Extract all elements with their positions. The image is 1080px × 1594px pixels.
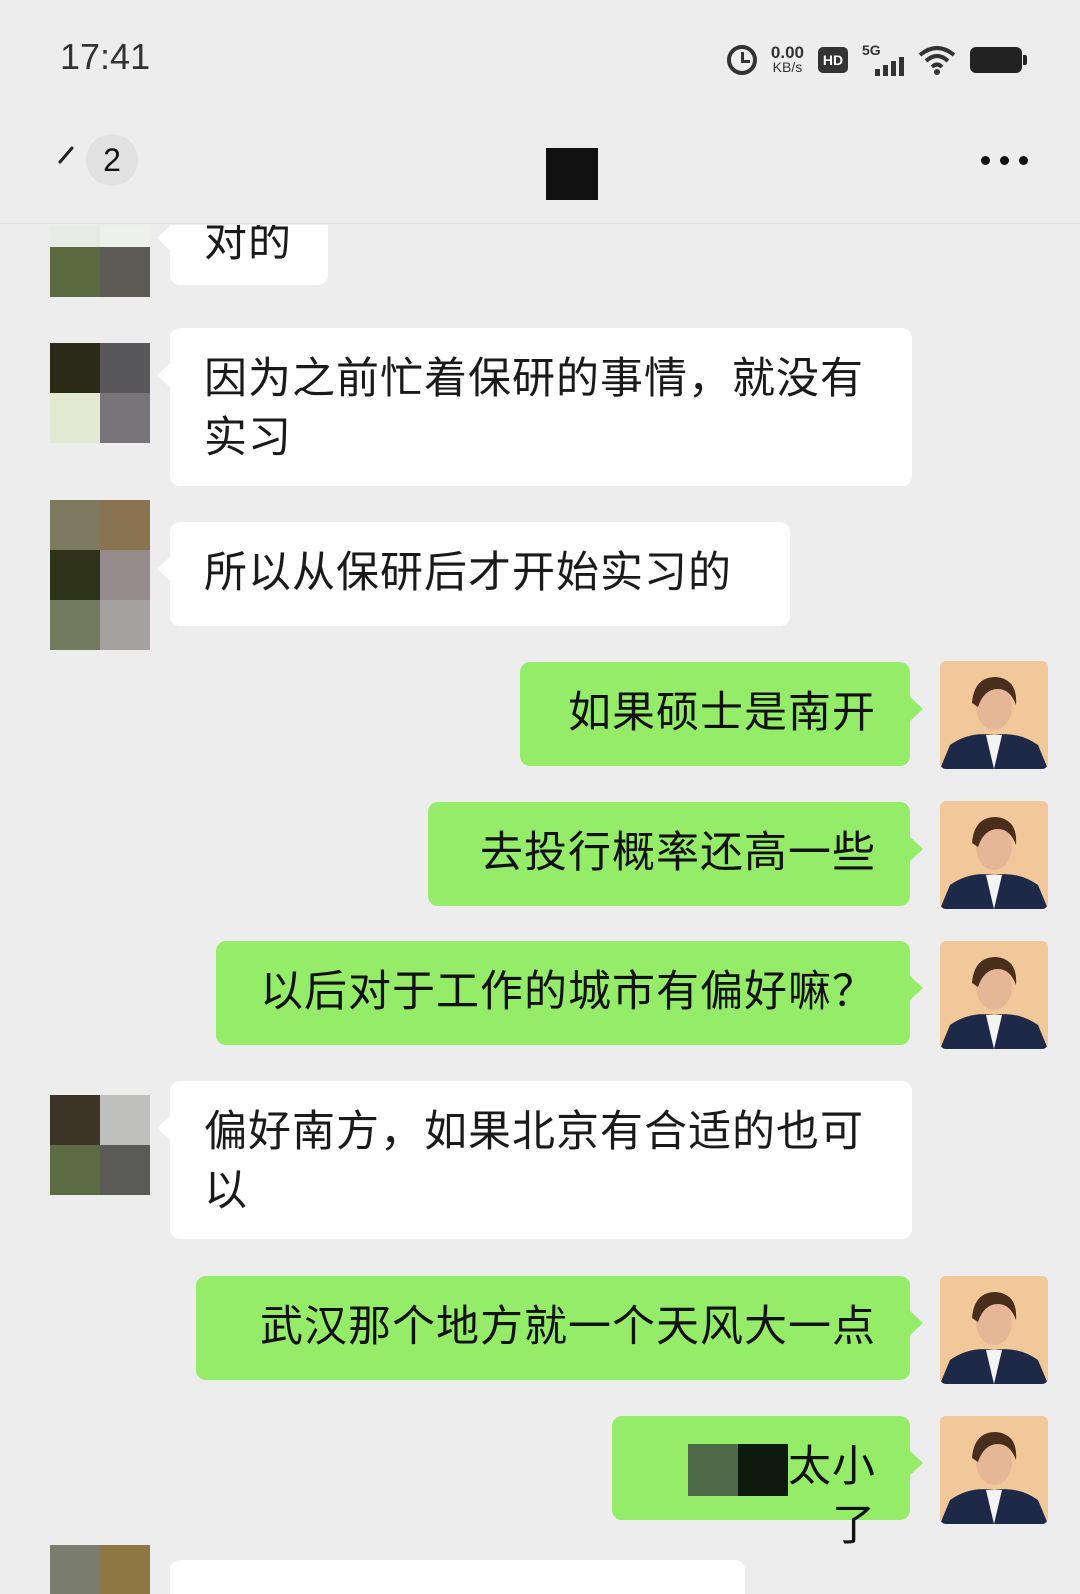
message-bubble-outgoing[interactable]: 去投行概率还高一些 bbox=[428, 802, 923, 906]
status-icons: 0.00 KB/s HD 5G bbox=[726, 40, 1027, 80]
contact-avatar[interactable] bbox=[50, 1095, 150, 1195]
back-arrow-icon[interactable] bbox=[52, 142, 82, 182]
redacted-text-block bbox=[738, 1443, 788, 1496]
contact-avatar[interactable] bbox=[50, 500, 150, 650]
redacted-text-block bbox=[688, 1443, 738, 1496]
battery-icon bbox=[970, 47, 1027, 73]
message-list[interactable]: 对的 因为之前忙着保研的事情，就没有实习 所以从保研后才开始实习的 如果硕士是南… bbox=[0, 225, 1080, 1594]
more-options-icon[interactable] bbox=[981, 156, 1028, 165]
alarm-icon bbox=[726, 45, 757, 75]
message-bubble-incoming[interactable]: 对的 bbox=[157, 225, 328, 285]
unread-count-badge[interactable]: 2 bbox=[86, 134, 138, 186]
network-speed: 0.00 KB/s bbox=[770, 43, 804, 75]
chat-title-redacted bbox=[546, 148, 598, 200]
user-avatar[interactable] bbox=[940, 1416, 1048, 1524]
cellular-signal-icon: 5G bbox=[862, 42, 904, 76]
user-avatar[interactable] bbox=[940, 801, 1048, 909]
user-avatar[interactable] bbox=[940, 1276, 1048, 1384]
contact-avatar[interactable] bbox=[50, 1545, 150, 1594]
message-bubble-outgoing[interactable]: 武汉那个地方就一个天风大一点 bbox=[196, 1276, 923, 1380]
message-bubble-incoming[interactable]: 所以从保研后才开始实习的 bbox=[157, 522, 790, 626]
message-bubble-outgoing[interactable]: 太小了 bbox=[612, 1416, 923, 1551]
status-bar: 17:41 0.00 KB/s HD 5G bbox=[0, 0, 1080, 112]
message-bubble-incoming[interactable]: 因为之前忙着保研的事情，就没有实习 bbox=[157, 328, 912, 486]
user-avatar[interactable] bbox=[940, 661, 1048, 769]
contact-avatar[interactable] bbox=[50, 343, 150, 443]
message-bubble-incoming[interactable]: 偏好南方，如果北京有合适的也可以 bbox=[157, 1081, 912, 1239]
message-bubble-outgoing[interactable]: 以后对于工作的城市有偏好嘛？ bbox=[216, 941, 923, 1045]
contact-avatar[interactable] bbox=[50, 225, 150, 297]
user-avatar[interactable] bbox=[940, 941, 1048, 1049]
network-speed-value: 0.00 bbox=[770, 43, 804, 62]
wifi-icon bbox=[918, 46, 956, 75]
message-bubble-incoming[interactable] bbox=[170, 1560, 745, 1594]
network-speed-unit: KB/s bbox=[772, 59, 803, 75]
chat-header: 2 bbox=[0, 112, 1080, 224]
hd-icon: HD bbox=[818, 47, 848, 73]
status-time: 17:41 bbox=[60, 36, 151, 77]
network-type-label: 5G bbox=[862, 42, 881, 58]
message-text: 太小了 bbox=[788, 1442, 876, 1551]
message-bubble-outgoing[interactable]: 如果硕士是南开 bbox=[520, 662, 923, 766]
